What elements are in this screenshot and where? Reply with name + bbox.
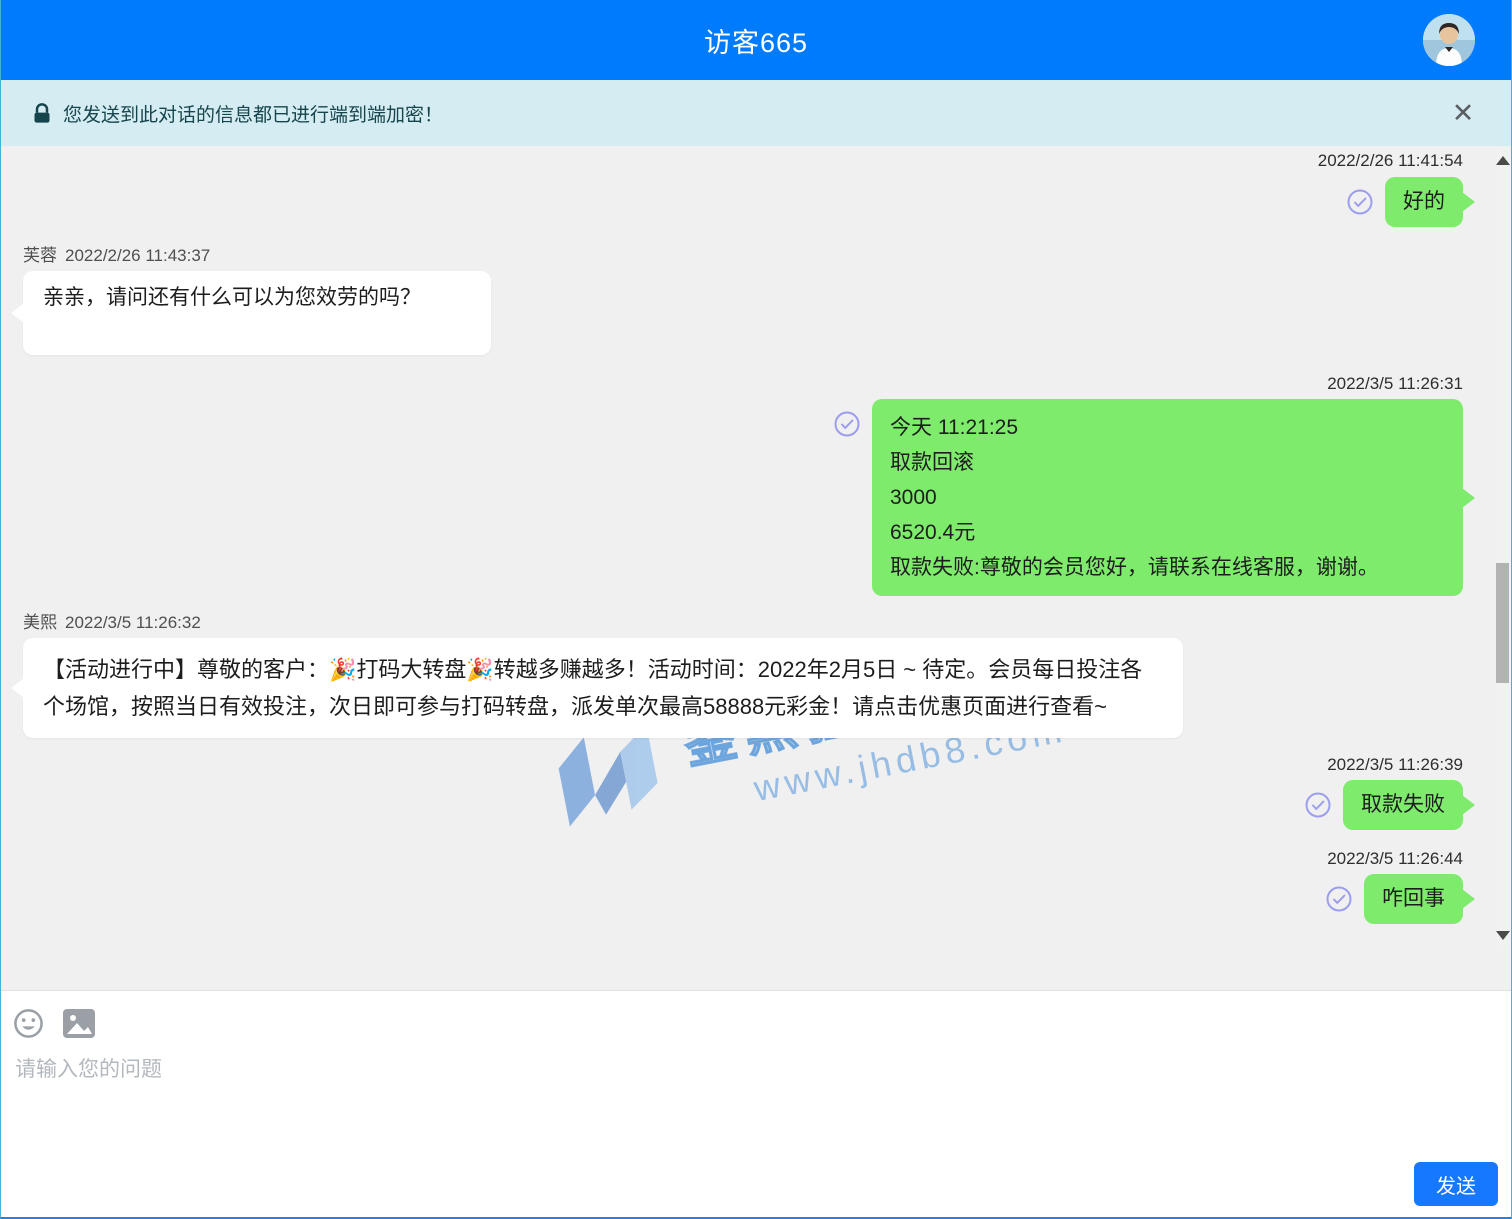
check-circle-icon (1305, 792, 1331, 818)
bubble-line: 3000 (890, 480, 1445, 515)
message-timestamp: 2022/3/5 11:26:32 (65, 613, 201, 632)
chat-bubble: 【活动进行中】尊敬的客户：🎉打码大转盘🎉转越多赚越多！活动时间：2022年2月5… (23, 638, 1183, 738)
message-row: 取款失败 (1, 780, 1511, 830)
bubble-line: 6520.4元 (890, 515, 1445, 550)
message-timestamp: 2022/2/26 11:43:37 (65, 246, 210, 265)
composer: 发送 (1, 990, 1511, 1217)
message-row: 亲亲，请问还有什么可以为您效劳的吗？ (1, 271, 1511, 355)
chat-bubble: 今天 11:21:25 取款回滚 3000 6520.4元 取款失败:尊敬的会员… (872, 399, 1463, 596)
bubble-line: 取款失败:尊敬的会员您好，请联系在线客服，谢谢。 (890, 550, 1445, 585)
message-timestamp: 2022/3/5 11:26:39 (1, 754, 1511, 776)
lock-icon (32, 102, 52, 125)
sender-name-row: 芙蓉 2022/2/26 11:43:37 (1, 245, 1511, 267)
page-title: 访客665 (704, 21, 808, 60)
close-icon[interactable]: ✕ (1447, 97, 1479, 129)
app-header: 访客665 (1, 0, 1511, 80)
sender-name: 芙蓉 (23, 246, 57, 265)
encryption-banner: 您发送到此对话的信息都已进行端到端加密！ ✕ (1, 80, 1511, 146)
message-row: 今天 11:21:25 取款回滚 3000 6520.4元 取款失败:尊敬的会员… (1, 399, 1511, 596)
message-timestamp: 2022/2/26 11:41:54 (1, 150, 1511, 172)
image-icon[interactable] (62, 1008, 96, 1039)
scroll-down-arrow-icon[interactable] (1496, 931, 1510, 940)
message-row: 咋回事 (1, 874, 1511, 924)
agent-avatar (1423, 14, 1475, 66)
chat-bubble: 咋回事 (1364, 874, 1463, 924)
bubble-line: 今天 11:21:25 (890, 410, 1445, 445)
bubble-line: 取款回滚 (890, 445, 1445, 480)
chat-bubble: 好的 (1385, 177, 1463, 227)
scroll-thumb[interactable] (1496, 563, 1509, 683)
check-circle-icon (1326, 886, 1352, 912)
sender-name-row: 美熙 2022/3/5 11:26:32 (1, 612, 1511, 634)
encryption-text: 您发送到此对话的信息都已进行端到端加密！ (63, 100, 443, 127)
chat-bubble: 亲亲，请问还有什么可以为您效劳的吗？ (23, 271, 491, 355)
sender-name: 美熙 (23, 613, 57, 632)
scrollbar[interactable] (1494, 146, 1511, 950)
check-circle-icon (834, 411, 860, 437)
emoji-icon[interactable] (13, 1008, 44, 1039)
message-row: 好的 (1, 177, 1511, 227)
message-timestamp: 2022/3/5 11:26:44 (1, 848, 1511, 870)
send-button[interactable]: 发送 (1414, 1162, 1498, 1206)
chat-bubble: 取款失败 (1343, 780, 1463, 830)
check-circle-icon (1347, 189, 1373, 215)
agent-avatar-image (1423, 14, 1475, 66)
chat-area: 鉴黑担保网 www.jhdb8.com 2022/2/26 11:41:54 好… (1, 146, 1511, 990)
message-timestamp: 2022/3/5 11:26:31 (1, 373, 1511, 395)
message-row: 【活动进行中】尊敬的客户：🎉打码大转盘🎉转越多赚越多！活动时间：2022年2月5… (1, 638, 1511, 738)
message-input[interactable] (15, 1053, 1395, 1148)
scroll-up-arrow-icon[interactable] (1496, 156, 1510, 165)
